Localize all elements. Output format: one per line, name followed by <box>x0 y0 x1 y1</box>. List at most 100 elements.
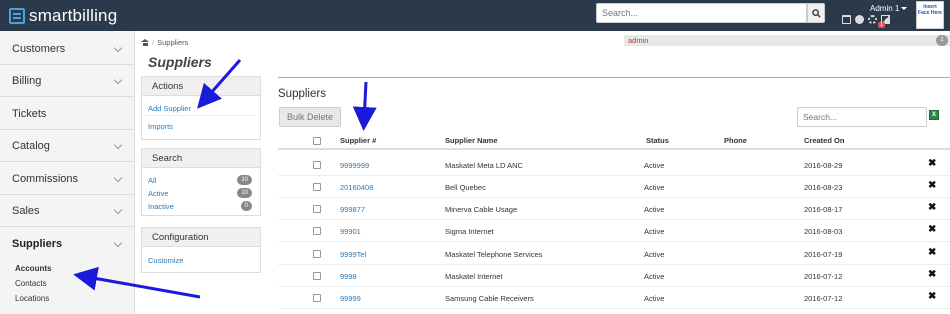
bulk-delete-button[interactable]: Bulk Delete <box>279 107 341 127</box>
column-header[interactable]: Phone <box>724 136 747 145</box>
panel-title: Configuration <box>142 228 260 247</box>
calendar-icon[interactable] <box>842 15 851 24</box>
supplier-status: Active <box>644 272 665 281</box>
sidebar-item-billing[interactable]: Billing <box>0 65 135 97</box>
supplier-created-on: 2016-07-12 <box>804 294 843 303</box>
breadcrumb-separator: / <box>152 38 155 47</box>
supplier-status: Active <box>644 183 665 192</box>
add-supplier-link[interactable]: Add Supplier <box>142 104 260 113</box>
sidebar: Customers Billing Tickets Catalog Commis… <box>0 31 135 314</box>
table-row[interactable]: 9999999 Maskatel Meta LD ANC Active 2016-08… <box>278 154 950 176</box>
delete-icon[interactable]: ✖ <box>928 180 936 191</box>
supplier-status: Active <box>644 250 665 259</box>
filter-all[interactable]: All 10 <box>142 174 260 187</box>
admin-bar-count: 1 <box>936 35 948 46</box>
logo-text: smartbilling <box>29 6 118 25</box>
supplier-number-link[interactable]: 99999 <box>340 294 361 303</box>
row-checkbox[interactable] <box>313 227 321 235</box>
sidebar-item-tickets[interactable]: Tickets <box>0 98 135 130</box>
chevron-down-icon <box>113 173 123 183</box>
actions-panel: Actions Add Supplier Imports <box>141 76 261 140</box>
row-checkbox[interactable] <box>313 272 321 280</box>
filter-label: All <box>148 176 157 185</box>
gear-icon[interactable] <box>868 15 877 24</box>
supplier-created-on: 2016-08-29 <box>804 161 843 170</box>
table-row[interactable]: 99999 Samsung Cable Receivers Active 2016-0… <box>278 287 950 309</box>
top-navbar: smartbilling Admin 1 1 Insert Face Here <box>0 0 950 31</box>
row-checkbox[interactable] <box>313 183 321 191</box>
delete-icon[interactable]: ✖ <box>928 158 936 169</box>
delete-icon[interactable]: ✖ <box>928 269 936 280</box>
table-row[interactable]: 9998 Maskatel Internet Active 2016-07-12 ✖ <box>278 265 950 287</box>
supplier-status: Active <box>644 161 665 170</box>
select-all-checkbox[interactable] <box>313 137 321 145</box>
filter-active[interactable]: Active 10 <box>142 187 260 200</box>
supplier-name: Bell Quebec <box>445 183 486 192</box>
table-row[interactable]: 9999Tel Maskatel Telephone Services Active… <box>278 243 950 265</box>
delete-icon[interactable]: ✖ <box>928 247 936 258</box>
user-name: Admin 1 <box>870 4 900 13</box>
delete-icon[interactable]: ✖ <box>928 224 936 235</box>
supplier-name: Sigma Internet <box>445 227 494 236</box>
user-menu[interactable]: Admin 1 <box>870 4 908 13</box>
supplier-number-link[interactable]: 9999999 <box>340 161 369 170</box>
supplier-number-link[interactable]: 99901 <box>340 227 361 236</box>
sidebar-subitem-locations[interactable]: Locations <box>15 294 49 303</box>
supplier-number-link[interactable]: 999877 <box>340 205 365 214</box>
column-header[interactable]: Status <box>646 136 669 145</box>
row-checkbox[interactable] <box>313 161 321 169</box>
chevron-down-icon <box>113 140 123 150</box>
sidebar-item-sales[interactable]: Sales <box>0 195 135 227</box>
chat-icon[interactable] <box>855 15 864 24</box>
sidebar-item-label: Commissions <box>12 172 79 185</box>
section-title: Suppliers <box>278 88 326 100</box>
filter-inactive[interactable]: Inactive 0 <box>142 200 260 213</box>
row-checkbox[interactable] <box>313 294 321 302</box>
sidebar-item-customers[interactable]: Customers <box>0 33 135 65</box>
column-header[interactable]: Created On <box>804 136 844 145</box>
filter-label: Active <box>148 189 169 198</box>
table-row[interactable]: 20160408 Bell Quebec Active 2016-08-23 ✖ <box>278 176 950 198</box>
supplier-created-on: 2016-08-17 <box>804 205 843 214</box>
row-checkbox[interactable] <box>313 205 321 213</box>
column-header[interactable]: Supplier Name <box>445 136 498 145</box>
home-icon[interactable] <box>141 39 149 46</box>
row-checkbox[interactable] <box>313 250 321 258</box>
delete-icon[interactable]: ✖ <box>928 291 936 302</box>
table-row[interactable]: 99901 Sigma Internet Active 2016-08-03 ✖ <box>278 220 950 242</box>
logo-icon <box>9 8 25 24</box>
chevron-down-icon <box>113 43 123 53</box>
sidebar-subitem-contacts[interactable]: Contacts <box>15 279 47 288</box>
table-row[interactable]: 999877 Minerva Cable Usage Active 2016-08-1… <box>278 198 950 220</box>
global-search-input[interactable] <box>596 3 807 23</box>
supplier-search-input[interactable] <box>797 107 927 127</box>
divider <box>146 115 256 116</box>
sidebar-subitem-accounts[interactable]: Accounts <box>15 264 51 273</box>
annotation-arrow <box>352 81 377 131</box>
supplier-number-link[interactable]: 9998 <box>340 272 357 281</box>
customize-link[interactable]: Customize <box>142 256 260 265</box>
supplier-name: Maskatel Telephone Services <box>445 250 543 259</box>
table-header: Supplier # Supplier Name Status Phone Cr… <box>278 132 950 150</box>
filter-label: Inactive <box>148 202 174 211</box>
imports-link[interactable]: Imports <box>142 122 260 131</box>
chevron-down-icon <box>901 7 908 11</box>
search-button[interactable] <box>807 3 825 23</box>
sidebar-item-suppliers[interactable]: Suppliers <box>0 228 135 260</box>
avatar[interactable]: Insert Face Here <box>916 1 944 29</box>
panel-title: Actions <box>142 77 260 96</box>
breadcrumb-current: Suppliers <box>157 38 189 47</box>
divider <box>278 77 950 78</box>
column-header[interactable]: Supplier # <box>340 136 376 145</box>
sidebar-item-catalog[interactable]: Catalog <box>0 130 135 162</box>
sidebar-item-commissions[interactable]: Commissions <box>0 163 135 195</box>
excel-export-icon[interactable]: X <box>929 110 939 120</box>
sidebar-item-label: Suppliers <box>12 238 63 250</box>
logo[interactable]: smartbilling <box>9 6 118 25</box>
sidebar-item-label: Billing <box>12 74 42 87</box>
supplier-name: Minerva Cable Usage <box>445 205 518 214</box>
supplier-number-link[interactable]: 9999Tel <box>340 250 366 259</box>
supplier-created-on: 2016-08-03 <box>804 227 843 236</box>
delete-icon[interactable]: ✖ <box>928 202 936 213</box>
supplier-number-link[interactable]: 20160408 <box>340 183 373 192</box>
